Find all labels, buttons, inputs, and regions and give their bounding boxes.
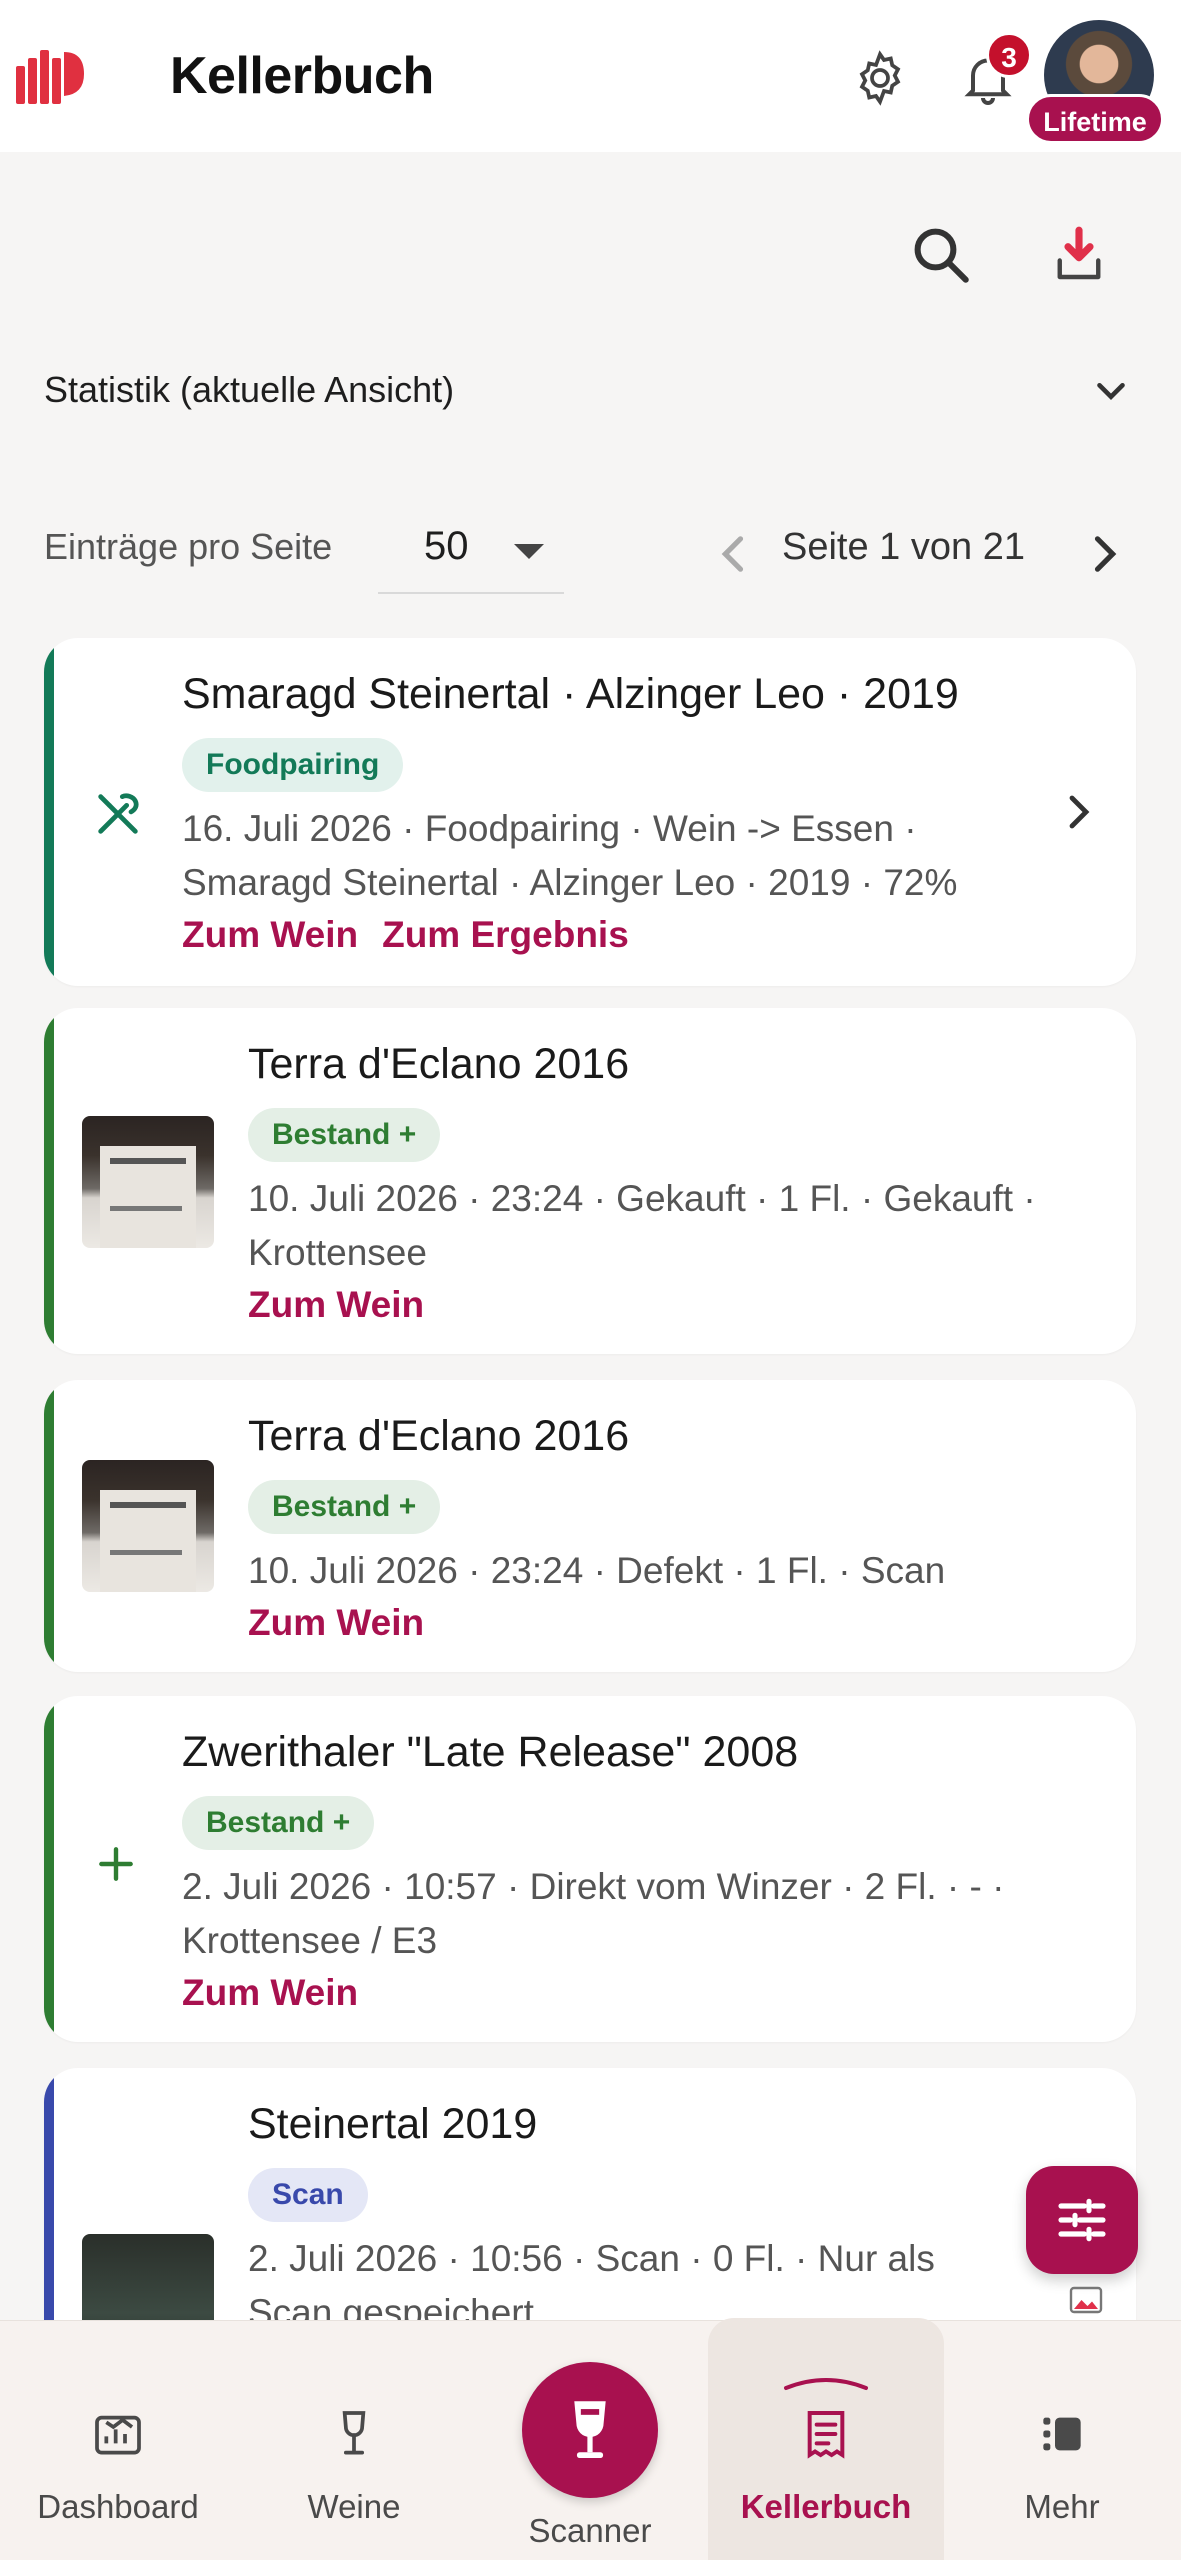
nav-mehr[interactable]: Mehr bbox=[944, 2320, 1180, 2560]
entry-links: Zum Wein bbox=[248, 1284, 448, 1326]
card-accent bbox=[44, 1008, 54, 1354]
result-link[interactable]: Zum Ergebnis bbox=[382, 914, 629, 955]
notification-badge: 3 bbox=[986, 32, 1032, 78]
nav-label: Kellerbuch bbox=[740, 2488, 912, 2525]
entry-meta: 2. Juli 2026 · 10:57 · Direkt vom Winzer… bbox=[182, 1860, 1004, 1968]
list-icon bbox=[1043, 2417, 1081, 2451]
entry-title: Steinertal 2019 bbox=[248, 2100, 538, 2148]
fork-knife-icon bbox=[98, 793, 139, 834]
plus-icon bbox=[99, 1847, 133, 1881]
search-icon[interactable] bbox=[908, 222, 974, 288]
nav-label: Dashboard bbox=[37, 2488, 199, 2525]
wine-link[interactable]: Zum Wein bbox=[182, 914, 358, 955]
logo-icon[interactable] bbox=[14, 44, 86, 106]
card-accent bbox=[44, 1380, 54, 1672]
chart-icon bbox=[95, 2415, 141, 2455]
list-item[interactable]: Smaragd Steinertal · Alzinger Leo · 2019… bbox=[44, 638, 1136, 986]
status-badge: Bestand + bbox=[248, 1108, 441, 1162]
download-icon[interactable] bbox=[1046, 222, 1112, 288]
per-page-value: 50 bbox=[424, 524, 469, 568]
stats-label: Statistik (aktuelle Ansicht) bbox=[44, 369, 455, 410]
meta-line: 10. Juli 2026 · 23:24 · Defekt · 1 Fl. ·… bbox=[248, 1550, 946, 1591]
meta-line: Krottensee / E3 bbox=[182, 1920, 438, 1961]
wine-link[interactable]: Zum Wein bbox=[248, 1284, 424, 1325]
status-badge: Bestand + bbox=[248, 1480, 441, 1534]
plan-badge: Lifetime bbox=[1026, 94, 1164, 144]
sliders-icon bbox=[1058, 2198, 1106, 2242]
caret-down-icon bbox=[514, 544, 544, 559]
list-item[interactable]: Terra d'Eclano 2016 Bestand + 10. Juli 2… bbox=[44, 1008, 1136, 1354]
entry-meta: 16. Juli 2026 · Foodpairing · Wein -> Es… bbox=[182, 802, 957, 910]
image-icon bbox=[1069, 2286, 1103, 2314]
meta-line: 2. Juli 2026 · 10:57 · Direkt vom Winzer… bbox=[182, 1866, 1005, 1907]
nav-scanner[interactable] bbox=[522, 2362, 658, 2498]
gear-icon[interactable] bbox=[850, 48, 910, 108]
previous-page-button[interactable] bbox=[708, 528, 760, 580]
meta-line: 16. Juli 2026 · Foodpairing · Wein -> Es… bbox=[182, 808, 917, 849]
chevron-down-icon bbox=[1097, 382, 1125, 401]
meta-line: Smaragd Steinertal · Alzinger Leo · 2019… bbox=[182, 862, 958, 903]
page-title: Kellerbuch bbox=[170, 47, 434, 105]
list-item[interactable]: Zwerithaler "Late Release" 2008 Bestand … bbox=[44, 1696, 1136, 2042]
wine-glass-icon bbox=[342, 2411, 366, 2455]
nav-dashboard[interactable]: Dashboard bbox=[0, 2320, 236, 2560]
entry-title: Terra d'Eclano 2016 bbox=[248, 1040, 630, 1088]
entry-links: Zum Wein bbox=[248, 1602, 448, 1644]
wine-link[interactable]: Zum Wein bbox=[182, 1972, 358, 2013]
next-page-button[interactable] bbox=[1078, 528, 1130, 580]
entry-title: Zwerithaler "Late Release" 2008 bbox=[182, 1728, 799, 1776]
entry-meta: 10. Juli 2026 · 23:24 · Defekt · 1 Fl. ·… bbox=[248, 1544, 945, 1598]
entry-title: Terra d'Eclano 2016 bbox=[248, 1412, 630, 1460]
wine-thumbnail bbox=[82, 1116, 214, 1248]
status-badge: Scan bbox=[248, 2168, 368, 2222]
scanner-icon bbox=[574, 2401, 606, 2458]
entry-title: Smaragd Steinertal · Alzinger Leo · 2019 bbox=[182, 670, 959, 718]
receipt-icon bbox=[807, 2411, 845, 2459]
wine-thumbnail bbox=[82, 1460, 214, 1592]
status-badge: Foodpairing bbox=[182, 738, 404, 792]
nav-label: Weine bbox=[307, 2488, 401, 2525]
pagination: Einträge pro Seite 50 Seite 1 von 21 bbox=[44, 514, 1144, 594]
stats-toggle[interactable]: Statistik (aktuelle Ansicht) bbox=[44, 360, 1134, 420]
nav-label: Scanner bbox=[528, 2512, 652, 2549]
meta-line: 2. Juli 2026 · 10:56 · Scan · 0 Fl. · Nu… bbox=[248, 2238, 935, 2279]
status-badge: Bestand + bbox=[182, 1796, 375, 1850]
meta-line: 10. Juli 2026 · 23:24 · Gekauft · 1 Fl. … bbox=[248, 1178, 1036, 1219]
wine-link[interactable]: Zum Wein bbox=[248, 1602, 424, 1643]
entry-links: Zum Wein bbox=[182, 1972, 382, 2014]
per-page-label: Einträge pro Seite bbox=[44, 526, 333, 567]
list-item[interactable]: Terra d'Eclano 2016 Bestand + 10. Juli 2… bbox=[44, 1380, 1136, 1672]
card-accent bbox=[44, 1696, 54, 2042]
entry-meta: 10. Juli 2026 · 23:24 · Gekauft · 1 Fl. … bbox=[248, 1172, 1036, 1280]
entry-links: Zum Wein Zum Ergebnis bbox=[182, 914, 653, 956]
card-accent bbox=[44, 638, 54, 986]
meta-line: Krottensee bbox=[248, 1232, 427, 1273]
filter-button[interactable] bbox=[1026, 2166, 1138, 2274]
nav-kellerbuch[interactable]: Kellerbuch bbox=[708, 2320, 944, 2560]
app-header: Kellerbuch 3 Lifetime bbox=[0, 0, 1181, 152]
active-indicator bbox=[784, 2378, 868, 2390]
nav-label: Mehr bbox=[1024, 2488, 1100, 2525]
chevron-right-icon[interactable] bbox=[1054, 788, 1102, 836]
page-indicator: Seite 1 von 21 bbox=[782, 526, 1025, 568]
nav-weine[interactable]: Weine bbox=[236, 2320, 472, 2560]
